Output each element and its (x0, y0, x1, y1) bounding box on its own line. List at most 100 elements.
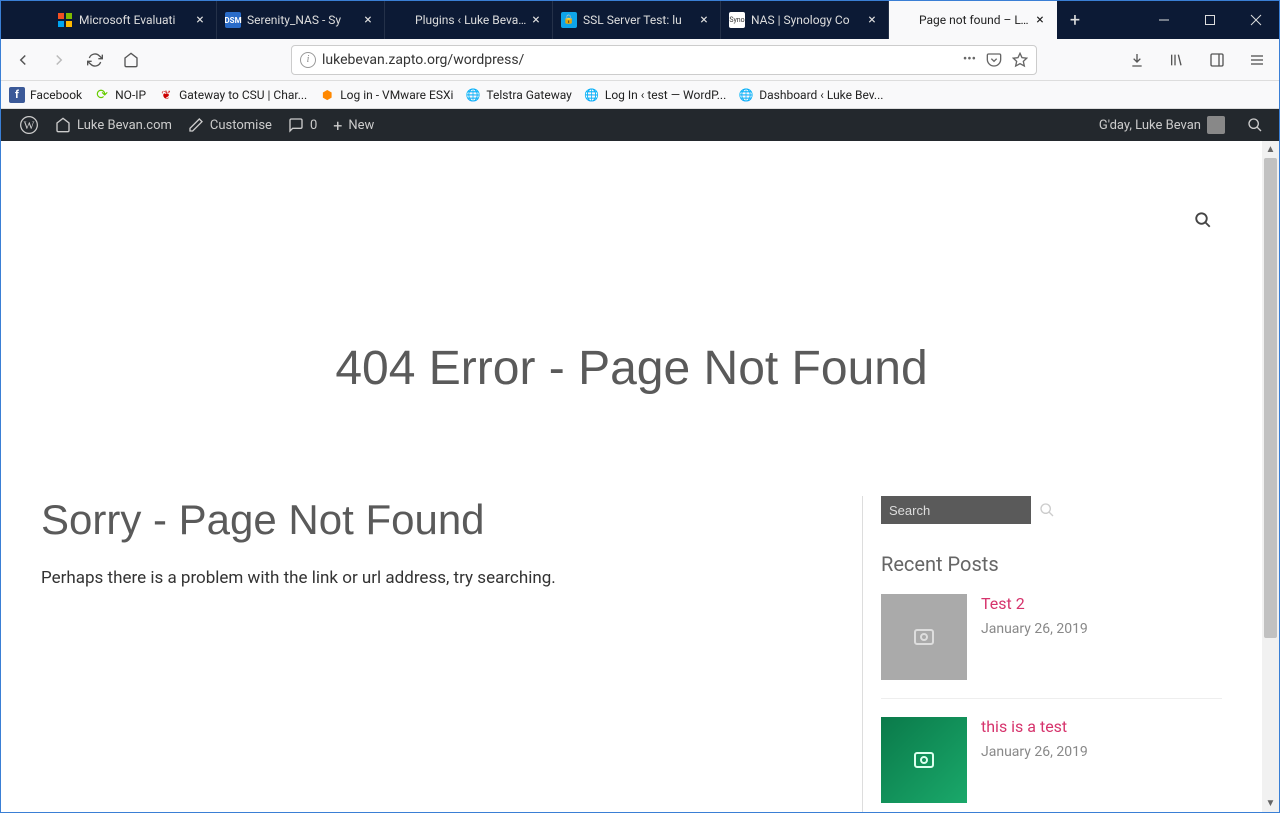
bookmark-vmware[interactable]: ⬢Log in - VMware ESXi (319, 87, 453, 103)
tab-label: NAS | Synology Co (751, 13, 864, 27)
scroll-up-arrow[interactable]: ▲ (1262, 141, 1279, 158)
home-button[interactable] (115, 44, 147, 76)
wp-greeting-text: G'day, Luke Bevan (1099, 118, 1201, 133)
sorry-title: Sorry - Page Not Found (41, 496, 832, 544)
favicon-ssl: 🔒 (561, 12, 577, 28)
reload-button[interactable] (79, 44, 111, 76)
tab-label: SSL Server Test: lu (583, 13, 696, 27)
site-info-icon[interactable]: i (300, 52, 316, 68)
wp-customise[interactable]: Customise (180, 109, 280, 141)
back-button[interactable] (7, 44, 39, 76)
scroll-thumb[interactable] (1264, 158, 1277, 638)
tab-label: Page not found – Luke (919, 13, 1032, 27)
search-input[interactable] (881, 496, 1031, 524)
tab-label: Serenity_NAS - Sy (247, 13, 360, 27)
page-actions-icon[interactable]: ••• (963, 52, 976, 67)
page-search-icon[interactable] (1194, 211, 1212, 229)
tab-close-icon[interactable]: × (696, 12, 712, 28)
bookmark-facebook[interactable]: fFacebook (9, 87, 82, 103)
globe-icon: 🌐 (738, 87, 754, 103)
bookmark-dashboard[interactable]: 🌐 Dashboard ‹ Luke Bev... (738, 87, 883, 103)
facebook-icon: f (9, 87, 25, 103)
bookmark-label: NO-IP (115, 88, 146, 102)
favicon-microsoft (57, 12, 73, 28)
bookmark-label: Dashboard ‹ Luke Bev... (759, 88, 883, 102)
post-title-link[interactable]: Test 2 (981, 594, 1088, 613)
bookmarks-bar: fFacebook ⟳ NO-IP ❦ Gateway to CSU | Char.… (1, 81, 1279, 109)
bookmark-wplogin[interactable]: 🌐 Log In ‹ test — WordP... (584, 87, 726, 103)
bookmark-label: Log in - VMware ESXi (340, 88, 453, 102)
globe-icon: 🌐 (584, 87, 600, 103)
wp-customise-label: Customise (210, 118, 272, 133)
post-thumbnail[interactable] (881, 594, 967, 680)
library-button[interactable] (1161, 44, 1193, 76)
wp-user-greeting[interactable]: G'day, Luke Bevan (1091, 116, 1233, 134)
bookmark-label: Gateway to CSU | Char... (179, 88, 307, 102)
recent-post-item: Test 2 January 26, 2019 (881, 594, 1222, 699)
noip-icon: ⟳ (94, 87, 110, 103)
bookmark-label: Telstra Gateway (486, 88, 571, 102)
tab-label: Plugins ‹ Luke Bevan.c (415, 13, 528, 27)
svg-text:W: W (23, 119, 34, 132)
bookmark-star-icon[interactable] (1012, 52, 1028, 68)
pocket-icon[interactable] (986, 52, 1002, 68)
wp-new-label: New (348, 118, 374, 133)
tab-close-icon[interactable]: × (192, 12, 208, 28)
scroll-down-arrow[interactable]: ▼ (1262, 795, 1279, 812)
bookmark-label: Log In ‹ test — WordP... (605, 88, 726, 102)
window-controls (1141, 1, 1279, 39)
browser-tab-active[interactable]: Page not found – Luke × (889, 1, 1057, 39)
wp-comments[interactable]: 0 (280, 109, 325, 141)
menu-button[interactable] (1241, 44, 1273, 76)
page-content: 404 Error - Page Not Found Sorry - Page … (1, 141, 1262, 812)
wp-admin-bar: W Luke Bevan.com Customise 0 +New G'day,… (1, 109, 1279, 141)
error-title: 404 Error - Page Not Found (41, 341, 1222, 396)
tab-close-icon[interactable]: × (528, 12, 544, 28)
tab-close-icon[interactable]: × (360, 12, 376, 28)
tab-close-icon[interactable]: × (1032, 12, 1048, 28)
browser-tab[interactable]: Syno NAS | Synology Co × (721, 1, 889, 39)
wp-comments-count: 0 (310, 118, 317, 133)
new-tab-button[interactable]: + (1057, 1, 1093, 39)
vertical-scrollbar[interactable]: ▲ ▼ (1262, 141, 1279, 812)
sorry-text: Perhaps there is a problem with the link… (41, 568, 832, 588)
wp-search-icon[interactable] (1241, 111, 1269, 139)
sidebar-button[interactable] (1201, 44, 1233, 76)
csu-icon: ❦ (158, 87, 174, 103)
globe-icon: 🌐 (465, 87, 481, 103)
wp-site-link[interactable]: Luke Bevan.com (47, 109, 180, 141)
downloads-button[interactable] (1121, 44, 1153, 76)
avatar (1207, 116, 1225, 134)
bookmark-noip[interactable]: ⟳ NO-IP (94, 87, 146, 103)
scroll-track[interactable] (1262, 158, 1279, 795)
maximize-button[interactable] (1187, 1, 1233, 39)
wp-logo[interactable]: W (11, 109, 47, 141)
url-bar[interactable]: i lukebevan.zapto.org/wordpress/ ••• (291, 45, 1037, 75)
tab-label: Microsoft Evaluati (79, 13, 192, 27)
browser-titlebar: Microsoft Evaluati × DSM Serenity_NAS - … (1, 1, 1279, 39)
favicon-dsm: DSM (225, 12, 241, 28)
recent-posts-title: Recent Posts (881, 552, 1222, 576)
minimize-button[interactable] (1141, 1, 1187, 39)
forward-button[interactable] (43, 44, 75, 76)
post-thumbnail[interactable] (881, 717, 967, 803)
browser-tab[interactable]: DSM Serenity_NAS - Sy × (217, 1, 385, 39)
bookmark-csu[interactable]: ❦ Gateway to CSU | Char... (158, 87, 307, 103)
close-button[interactable] (1233, 1, 1279, 39)
tab-close-icon[interactable]: × (864, 12, 880, 28)
browser-tab[interactable]: Microsoft Evaluati × (49, 1, 217, 39)
wp-site-label: Luke Bevan.com (77, 118, 172, 133)
favicon-generic (897, 12, 913, 28)
search-submit-icon[interactable] (1039, 502, 1055, 518)
url-text: lukebevan.zapto.org/wordpress/ (322, 52, 963, 68)
browser-tab[interactable]: 🔒 SSL Server Test: lu × (553, 1, 721, 39)
post-title-link[interactable]: this is a test (981, 717, 1088, 736)
browser-tab[interactable]: Plugins ‹ Luke Bevan.c × (385, 1, 553, 39)
tab-strip: Microsoft Evaluati × DSM Serenity_NAS - … (1, 1, 1141, 39)
bookmark-telstra[interactable]: 🌐 Telstra Gateway (465, 87, 571, 103)
sidebar: Recent Posts Test 2 January 26, 2019 thi… (862, 496, 1222, 812)
wp-new[interactable]: +New (325, 109, 382, 141)
post-date: January 26, 2019 (981, 621, 1088, 637)
recent-post-item: this is a test January 26, 2019 (881, 717, 1222, 812)
favicon-wordpress (393, 12, 409, 28)
